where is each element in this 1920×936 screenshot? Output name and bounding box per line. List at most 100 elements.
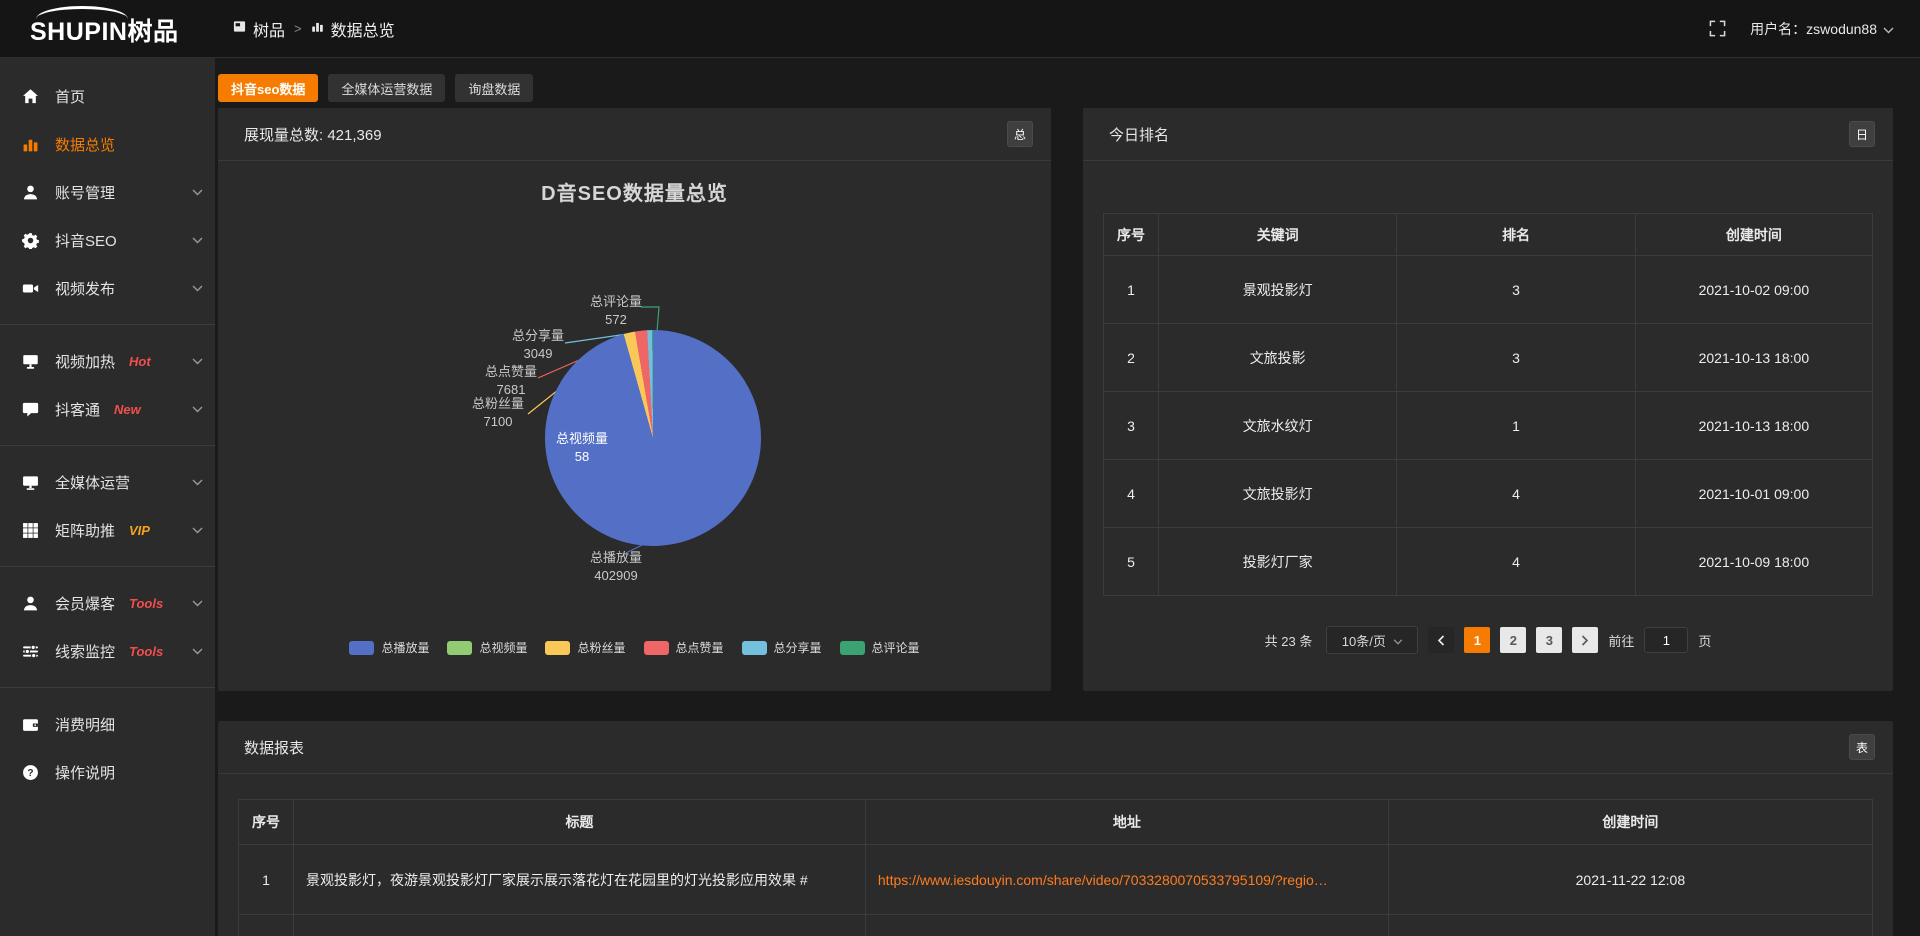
legend-item[interactable]: 总视频量 bbox=[447, 639, 527, 656]
cell-index: 5 bbox=[1104, 528, 1159, 596]
account-icon bbox=[22, 184, 42, 201]
column-header: 标题 bbox=[294, 800, 866, 845]
expense-icon bbox=[22, 716, 42, 733]
next-page-button[interactable] bbox=[1572, 627, 1598, 653]
pagination-total: 共 23 条 bbox=[1265, 631, 1313, 650]
pagination: 共 23 条 10条/页 123 前往 页 bbox=[1103, 626, 1873, 654]
legend-item[interactable]: 总点赞量 bbox=[644, 639, 724, 656]
cell-empty bbox=[239, 915, 294, 936]
legend-item[interactable]: 总粉丝量 bbox=[545, 639, 625, 656]
chevron-down-icon bbox=[192, 358, 203, 365]
legend-item[interactable]: 总分享量 bbox=[742, 639, 822, 656]
sidebar-divider bbox=[0, 566, 215, 567]
sidebar-item-label: 抖客通 bbox=[55, 399, 100, 420]
sidebar-item-label: 抖音SEO bbox=[55, 230, 117, 251]
legend-label: 总分享量 bbox=[774, 639, 822, 656]
media-icon bbox=[22, 474, 42, 491]
column-header: 排名 bbox=[1397, 214, 1635, 256]
sidebar-item[interactable]: 账号管理 bbox=[0, 168, 215, 216]
goto-page-input[interactable] bbox=[1644, 627, 1688, 653]
sidebar-item-label: 账号管理 bbox=[55, 182, 115, 203]
pie-chart-area: D音SEO数据量总览 总评论量572 总分享量3049 总点赞量7681 总粉丝… bbox=[218, 161, 1051, 691]
cell-keyword: 文旅水纹灯 bbox=[1159, 392, 1397, 460]
breadcrumb-root[interactable]: 树品 bbox=[233, 17, 285, 41]
table-row: 4文旅投影灯42021-10-01 09:00 bbox=[1104, 460, 1873, 528]
cell-time: 2021-10-02 09:00 bbox=[1635, 256, 1872, 324]
table-row: 1景观投影灯，夜游景观投影灯厂家展示展示落花灯在花园里的灯光投影应用效果 #ht… bbox=[239, 845, 1873, 915]
cell-keyword: 投影灯厂家 bbox=[1159, 528, 1397, 596]
sidebar-item-label: 视频发布 bbox=[55, 278, 115, 299]
sidebar-item-badge: Tools bbox=[129, 644, 163, 659]
cell-url: https://www.iesdouyin.com/share/video/70… bbox=[865, 845, 1388, 915]
sidebar-item[interactable]: 线索监控Tools bbox=[0, 627, 215, 675]
bar-chart-icon bbox=[311, 20, 324, 38]
sidebar-item[interactable]: 全媒体运营 bbox=[0, 458, 215, 506]
app-logo[interactable]: SHUPIN树品 bbox=[0, 0, 215, 57]
legend-label: 总点赞量 bbox=[676, 639, 724, 656]
total-view-button[interactable]: 总 bbox=[1007, 121, 1033, 147]
sidebar-item[interactable]: 数据总览 bbox=[0, 120, 215, 168]
tab-全媒体运营数据[interactable]: 全媒体运营数据 bbox=[328, 74, 445, 102]
table-row: 1景观投影灯32021-10-02 09:00 bbox=[1104, 256, 1873, 324]
logo-text: SHUPIN树品 bbox=[30, 20, 178, 45]
seo-overview-panel: 展现量总数: 421,369 总 D音SEO数据量总览 总评论量572 总分享量… bbox=[218, 108, 1051, 691]
ranking-table: 序号关键词排名创建时间1景观投影灯32021-10-02 09:002文旅投影3… bbox=[1103, 213, 1873, 596]
page-button-2[interactable]: 2 bbox=[1500, 627, 1526, 653]
sidebar-item[interactable]: 会员爆客Tools bbox=[0, 579, 215, 627]
pie-label-fans: 总粉丝量7100 bbox=[443, 395, 553, 431]
sidebar-item[interactable]: 视频发布 bbox=[0, 264, 215, 312]
legend-chip bbox=[742, 641, 767, 655]
daily-view-button[interactable]: 日 bbox=[1849, 121, 1875, 147]
tab-抖音seo数据[interactable]: 抖音seo数据 bbox=[218, 74, 318, 102]
video-link[interactable]: https://www.iesdouyin.com/share/video/70… bbox=[878, 872, 1328, 888]
legend-item[interactable]: 总评论量 bbox=[840, 639, 920, 656]
chevron-down-icon bbox=[192, 479, 203, 486]
legend-item[interactable]: 总播放量 bbox=[349, 639, 429, 656]
data-overview-icon bbox=[22, 136, 42, 153]
sidebar-item[interactable]: 首页 bbox=[0, 72, 215, 120]
legend-label: 总评论量 bbox=[872, 639, 920, 656]
sidebar-item[interactable]: 视频加热Hot bbox=[0, 337, 215, 385]
sidebar-divider bbox=[0, 445, 215, 446]
column-header: 创建时间 bbox=[1388, 800, 1872, 845]
column-header: 序号 bbox=[1104, 214, 1159, 256]
page-button-1[interactable]: 1 bbox=[1464, 627, 1490, 653]
window-icon bbox=[233, 20, 246, 38]
video-heat-icon bbox=[22, 353, 42, 370]
sidebar-item[interactable]: ?操作说明 bbox=[0, 748, 215, 796]
table-row: 2文旅投影32021-10-13 18:00 bbox=[1104, 324, 1873, 392]
user-label: 用户名：zswodun88 bbox=[1750, 19, 1877, 39]
sidebar-item-label: 矩阵助推 bbox=[55, 520, 115, 541]
page-size-select[interactable]: 10条/页 bbox=[1326, 626, 1418, 654]
sidebar-item[interactable]: 抖音SEO bbox=[0, 216, 215, 264]
member-icon bbox=[22, 595, 42, 612]
column-header: 创建时间 bbox=[1635, 214, 1872, 256]
breadcrumb-current[interactable]: 数据总览 bbox=[311, 17, 395, 41]
chevron-down-icon bbox=[192, 406, 203, 413]
cell-rank: 1 bbox=[1397, 392, 1635, 460]
prev-page-button[interactable] bbox=[1428, 627, 1454, 653]
home-icon bbox=[22, 88, 42, 105]
chart-title: D音SEO数据量总览 bbox=[218, 177, 1051, 206]
ranking-panel-title: 今日排名 bbox=[1109, 124, 1169, 145]
sidebar-item[interactable]: 矩阵助推VIP bbox=[0, 506, 215, 554]
tab-询盘数据[interactable]: 询盘数据 bbox=[455, 74, 533, 102]
sidebar-item[interactable]: 消费明细 bbox=[0, 700, 215, 748]
sidebar-item-label: 会员爆客 bbox=[55, 593, 115, 614]
chevron-down-icon bbox=[1883, 21, 1894, 37]
fullscreen-icon[interactable] bbox=[1709, 20, 1726, 37]
pie-label-comments: 总评论量572 bbox=[561, 293, 671, 329]
table-view-button[interactable]: 表 bbox=[1849, 734, 1875, 760]
sidebar: 首页数据总览账号管理抖音SEO视频发布视频加热Hot抖客通New全媒体运营矩阵助… bbox=[0, 58, 215, 936]
sidebar-item[interactable]: 抖客通New bbox=[0, 385, 215, 433]
page-button-3[interactable]: 3 bbox=[1536, 627, 1562, 653]
sidebar-item-label: 视频加热 bbox=[55, 351, 115, 372]
user-menu[interactable]: 用户名：zswodun88 bbox=[1750, 19, 1894, 39]
cell-time: 2021-10-13 18:00 bbox=[1635, 324, 1872, 392]
chevron-down-icon bbox=[192, 285, 203, 292]
chevron-down-icon bbox=[192, 527, 203, 534]
help-icon: ? bbox=[22, 764, 42, 781]
cell-rank: 4 bbox=[1397, 460, 1635, 528]
logo-arc-decoration bbox=[36, 6, 128, 19]
gear-icon bbox=[22, 232, 42, 249]
